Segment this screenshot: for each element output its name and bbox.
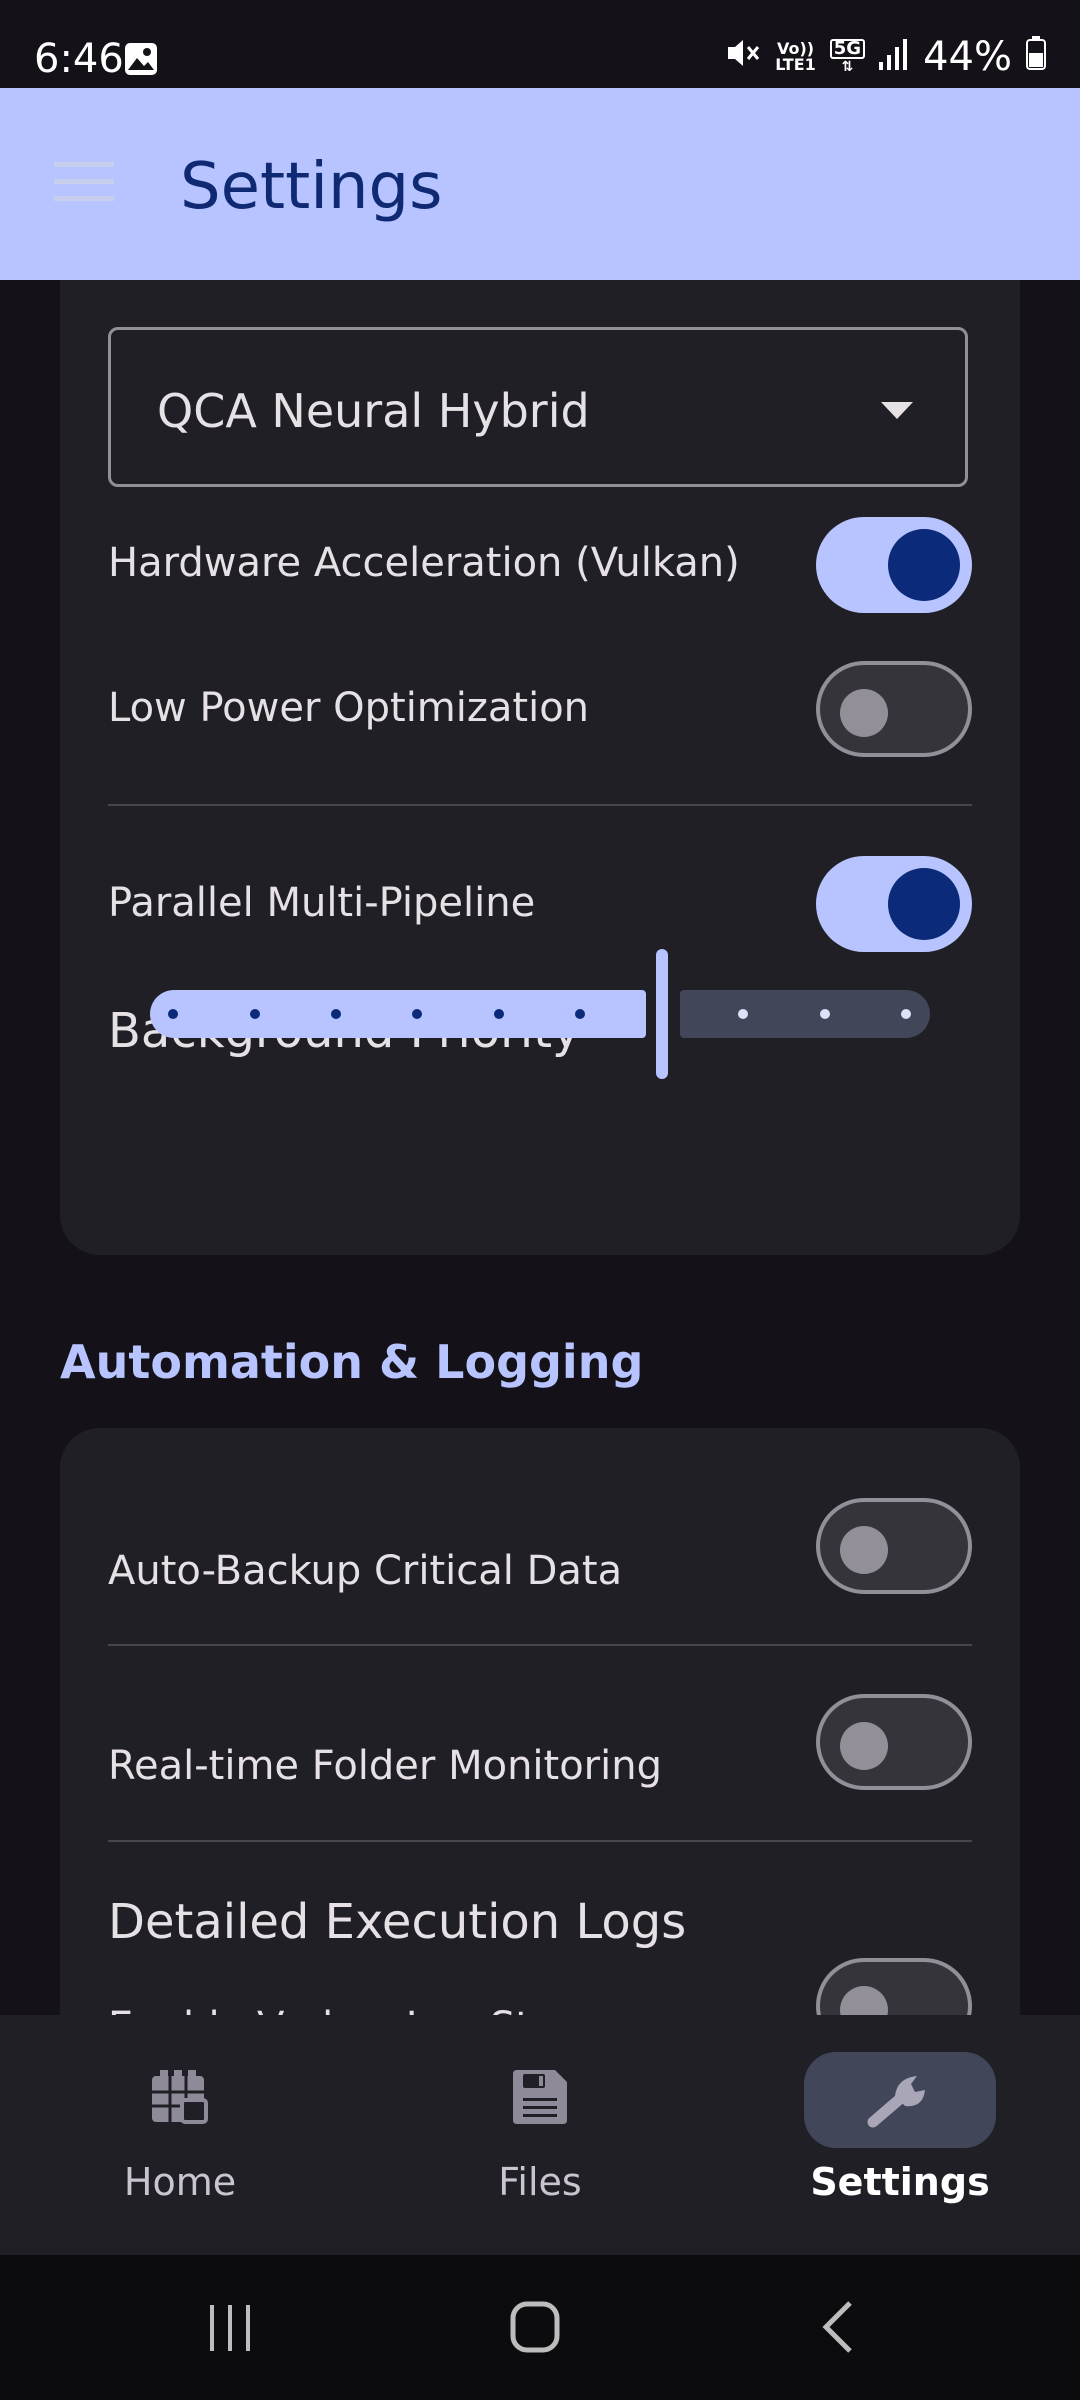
folder-monitor-switch[interactable] <box>816 1694 972 1790</box>
slider-tick <box>901 1009 911 1019</box>
mute-icon <box>725 34 761 80</box>
verbose-logs-label: Enable Verbos Log Streams <box>108 2004 655 2015</box>
save-disk-icon <box>480 2065 600 2129</box>
slider-inactive-track <box>680 990 930 1038</box>
back-icon[interactable] <box>820 2299 856 2359</box>
nav-item-files[interactable]: Files <box>360 2015 720 2255</box>
auto-backup-label: Auto-Backup Critical Data <box>108 1548 623 1594</box>
slider-tick <box>412 1009 422 1019</box>
low-power-label: Low Power Optimization <box>108 685 590 731</box>
switch-thumb <box>888 868 960 940</box>
nav-label-settings: Settings <box>810 2160 990 2204</box>
hardware-accel-label: Hardware Acceleration (Vulkan) <box>108 540 740 586</box>
divider <box>108 1644 972 1646</box>
slider-tick <box>820 1009 830 1019</box>
switch-thumb <box>840 1526 888 1574</box>
bottom-navigation-bar: Home Files Settings <box>0 2015 1080 2255</box>
nav-item-home[interactable]: Home <box>0 2015 360 2255</box>
slider-active-track <box>150 990 646 1038</box>
slider-handle[interactable] <box>656 949 668 1079</box>
divider <box>108 1840 972 1842</box>
engine-dropdown[interactable]: QCA Neural Hybrid <box>108 327 968 487</box>
caret-down-icon <box>881 402 913 419</box>
battery-percent: 44% <box>923 34 1012 80</box>
recent-apps-icon[interactable] <box>206 2303 256 2357</box>
grid-home-icon <box>120 2065 240 2129</box>
slider-tick <box>331 1009 341 1019</box>
divider <box>108 804 972 806</box>
status-bar: 6:46 Vo)) LTE1 5G ⇅ 44% <box>0 0 1080 88</box>
execution-logs-heading: Detailed Execution Logs <box>108 1894 687 1950</box>
gallery-notification-icon <box>124 42 158 80</box>
home-icon[interactable] <box>510 2301 560 2357</box>
slider-tick <box>738 1009 748 1019</box>
inference-settings-card: QCA Neural Hybrid Hardware Acceleration … <box>60 280 1020 1255</box>
slider-tick <box>575 1009 585 1019</box>
slider-tick <box>494 1009 504 1019</box>
switch-thumb <box>840 1986 888 2015</box>
engine-dropdown-value: QCA Neural Hybrid <box>157 384 590 438</box>
volte-indicator: Vo)) LTE1 <box>775 39 816 74</box>
network-5g-indicator: 5G ⇅ <box>829 39 866 75</box>
slider-tick <box>168 1009 178 1019</box>
page-title: Settings <box>180 150 443 224</box>
nav-item-settings[interactable]: Settings <box>720 2015 1080 2255</box>
hamburger-menu-icon[interactable] <box>54 160 114 208</box>
top-app-bar <box>0 88 1080 280</box>
system-navigation-bar <box>0 2255 1080 2400</box>
status-time: 6:46 <box>34 36 124 82</box>
signal-icon <box>879 34 909 80</box>
parallel-pipeline-switch[interactable] <box>816 856 972 952</box>
hardware-accel-switch[interactable] <box>816 517 972 613</box>
parallel-pipeline-label: Parallel Multi-Pipeline <box>108 880 536 926</box>
folder-monitor-label: Real-time Folder Monitoring <box>108 1743 662 1789</box>
verbose-logs-switch[interactable] <box>816 1958 972 2015</box>
switch-thumb <box>888 529 960 601</box>
settings-scroll-area[interactable]: QCA Neural Hybrid Hardware Acceleration … <box>0 280 1080 2015</box>
switch-thumb <box>840 1722 888 1770</box>
auto-backup-switch[interactable] <box>816 1498 972 1594</box>
battery-icon <box>1026 34 1046 80</box>
low-power-switch[interactable] <box>816 661 972 757</box>
slider-tick <box>250 1009 260 1019</box>
automation-settings-card: Auto-Backup Critical Data Real-time Fold… <box>60 1428 1020 2015</box>
automation-section-heading: Automation & Logging <box>60 1335 644 1389</box>
switch-thumb <box>840 689 888 737</box>
nav-label-home: Home <box>123 2160 237 2204</box>
wrench-icon <box>804 2052 996 2148</box>
nav-label-files: Files <box>498 2160 582 2204</box>
